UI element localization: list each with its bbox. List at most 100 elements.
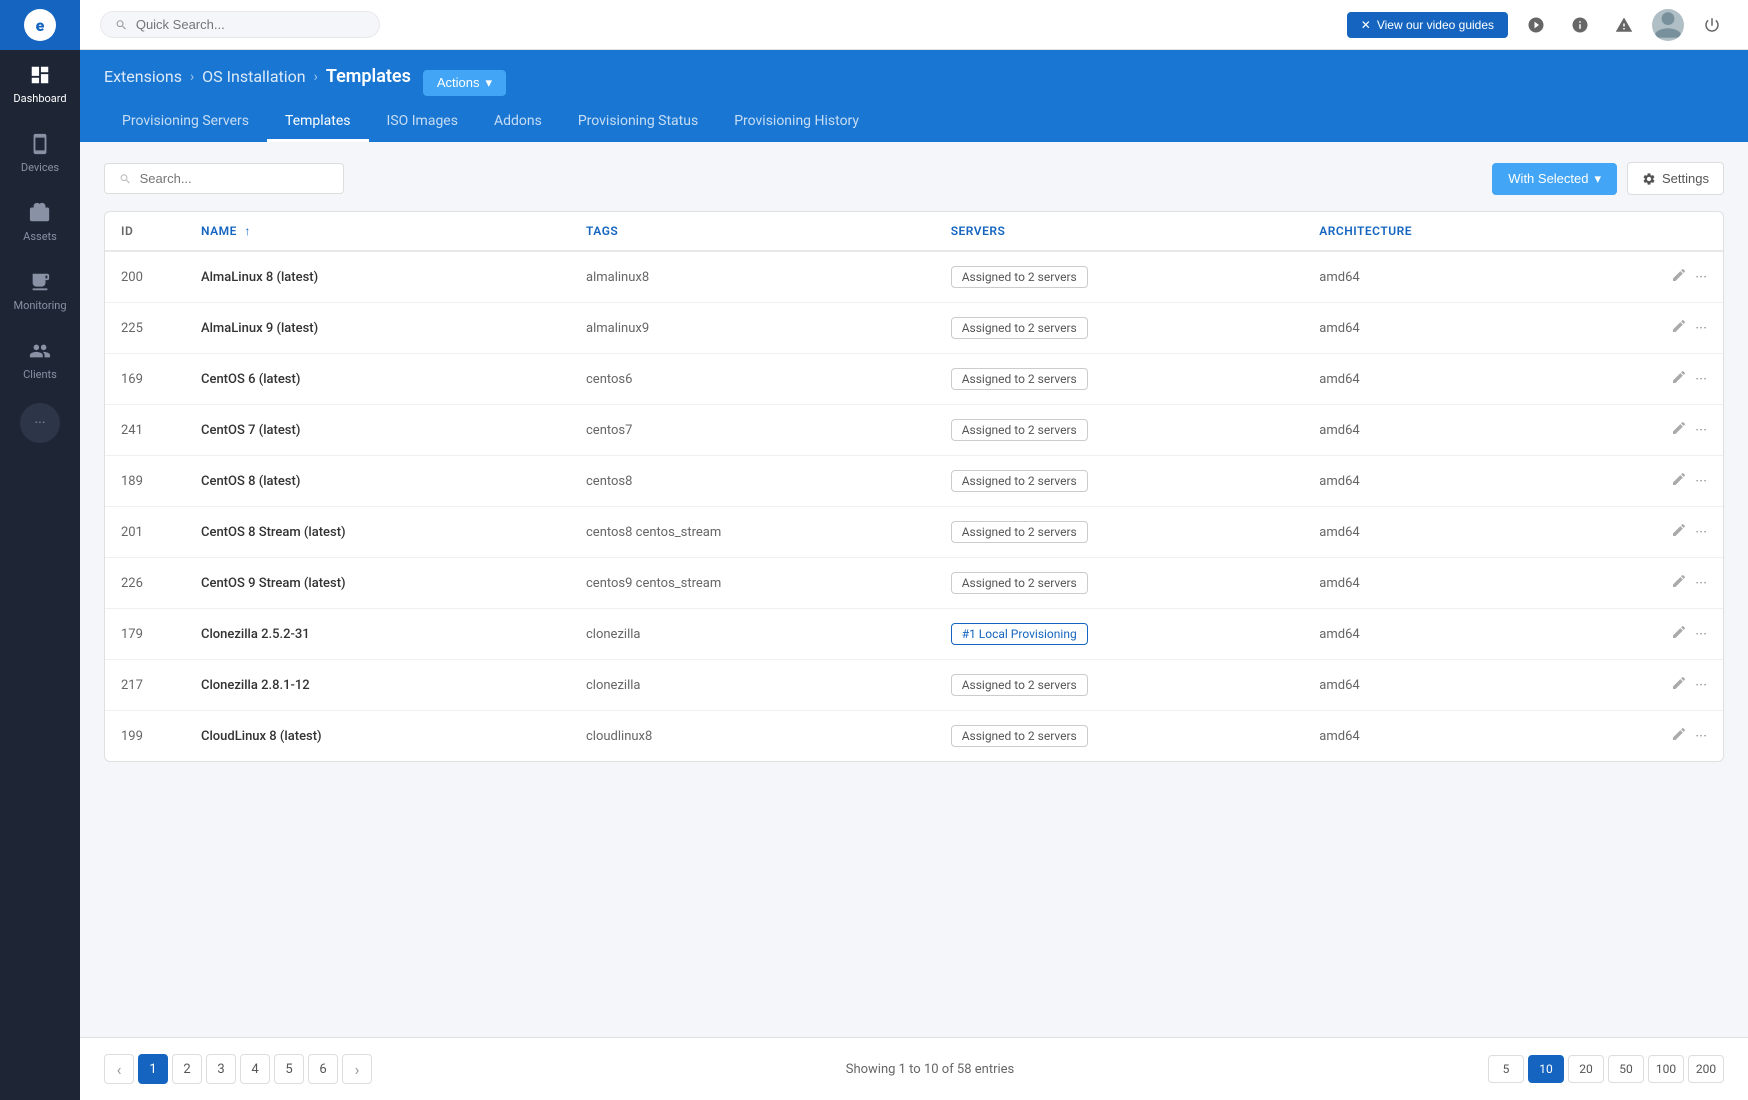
page-3-button[interactable]: 3 bbox=[206, 1054, 236, 1084]
col-header-name[interactable]: NAME ↑ bbox=[185, 212, 570, 251]
edit-button[interactable] bbox=[1671, 573, 1687, 593]
edit-button[interactable] bbox=[1671, 369, 1687, 389]
sidebar-item-clients[interactable]: Clients bbox=[0, 326, 80, 395]
alert-icon[interactable] bbox=[1608, 9, 1640, 41]
sidebar-more-button[interactable]: ··· bbox=[20, 403, 60, 443]
page-6-button[interactable]: 6 bbox=[308, 1054, 338, 1084]
more-actions-button[interactable]: ··· bbox=[1695, 472, 1707, 490]
per-page-10[interactable]: 10 bbox=[1528, 1055, 1564, 1083]
table-search-icon bbox=[119, 172, 132, 186]
breadcrumb-os-installation[interactable]: OS Installation bbox=[202, 67, 305, 86]
devices-icon bbox=[29, 133, 51, 155]
more-actions-button[interactable]: ··· bbox=[1695, 523, 1707, 541]
edit-button[interactable] bbox=[1671, 675, 1687, 695]
sidebar-item-label: Dashboard bbox=[13, 92, 66, 105]
subnav-iso-images[interactable]: ISO Images bbox=[369, 103, 476, 142]
video-guide-label: View our video guides bbox=[1377, 18, 1494, 32]
subnav-label: Provisioning Servers bbox=[122, 113, 249, 129]
close-x-icon: ✕ bbox=[1361, 18, 1371, 32]
page-1-button[interactable]: 1 bbox=[138, 1054, 168, 1084]
col-header-servers[interactable]: SERVERS bbox=[935, 212, 1304, 251]
cell-id: 201 bbox=[105, 507, 185, 558]
servers-badge[interactable]: Assigned to 2 servers bbox=[951, 674, 1088, 696]
subnav-provisioning-status[interactable]: Provisioning Status bbox=[560, 103, 716, 142]
cell-actions: ··· bbox=[1575, 251, 1723, 303]
edit-button[interactable] bbox=[1671, 522, 1687, 542]
page-5-button[interactable]: 5 bbox=[274, 1054, 304, 1084]
servers-badge[interactable]: Assigned to 2 servers bbox=[951, 725, 1088, 747]
servers-badge[interactable]: Assigned to 2 servers bbox=[951, 521, 1088, 543]
breadcrumb-extensions[interactable]: Extensions bbox=[104, 67, 182, 86]
more-actions-button[interactable]: ··· bbox=[1695, 727, 1707, 745]
servers-badge[interactable]: Assigned to 2 servers bbox=[951, 572, 1088, 594]
subnav-provisioning-servers[interactable]: Provisioning Servers bbox=[104, 103, 267, 142]
servers-badge[interactable]: Assigned to 2 servers bbox=[951, 368, 1088, 390]
per-page-100[interactable]: 100 bbox=[1648, 1055, 1684, 1083]
more-actions-button[interactable]: ··· bbox=[1695, 370, 1707, 388]
search-icon bbox=[115, 18, 128, 32]
cell-tags: centos8 bbox=[570, 456, 935, 507]
edit-button[interactable] bbox=[1671, 267, 1687, 287]
sidebar-item-devices[interactable]: Devices bbox=[0, 119, 80, 188]
pagination-next[interactable]: › bbox=[342, 1054, 372, 1084]
page-2-button[interactable]: 2 bbox=[172, 1054, 202, 1084]
video-guide-button[interactable]: ✕ View our video guides bbox=[1347, 12, 1508, 38]
servers-badge[interactable]: Assigned to 2 servers bbox=[951, 266, 1088, 288]
edit-button[interactable] bbox=[1671, 420, 1687, 440]
table-search-input[interactable] bbox=[140, 171, 329, 186]
servers-badge[interactable]: #1 Local Provisioning bbox=[951, 623, 1088, 645]
cell-id: 199 bbox=[105, 711, 185, 762]
sidebar-item-dashboard[interactable]: Dashboard bbox=[0, 50, 80, 119]
edit-button[interactable] bbox=[1671, 318, 1687, 338]
more-actions-button[interactable]: ··· bbox=[1695, 574, 1707, 592]
cell-servers: Assigned to 2 servers bbox=[935, 405, 1304, 456]
more-actions-button[interactable]: ··· bbox=[1695, 676, 1707, 694]
row-action-buttons: ··· bbox=[1591, 573, 1707, 593]
servers-badge[interactable]: Assigned to 2 servers bbox=[951, 419, 1088, 441]
page-4-button[interactable]: 4 bbox=[240, 1054, 270, 1084]
per-page-5[interactable]: 5 bbox=[1488, 1055, 1524, 1083]
cell-servers: Assigned to 2 servers bbox=[935, 251, 1304, 303]
subnav-label: Templates bbox=[285, 113, 351, 129]
table-row: 169 CentOS 6 (latest) centos6 Assigned t… bbox=[105, 354, 1723, 405]
topbar-right: ✕ View our video guides bbox=[1347, 9, 1728, 41]
per-page-200[interactable]: 200 bbox=[1688, 1055, 1724, 1083]
subnav-templates[interactable]: Templates bbox=[267, 103, 369, 142]
servers-badge[interactable]: Assigned to 2 servers bbox=[951, 317, 1088, 339]
row-action-buttons: ··· bbox=[1591, 522, 1707, 542]
cell-name: CentOS 6 (latest) bbox=[185, 354, 570, 405]
sidebar-item-assets[interactable]: Assets bbox=[0, 188, 80, 257]
edit-button[interactable] bbox=[1671, 624, 1687, 644]
cell-tags: almalinux9 bbox=[570, 303, 935, 354]
per-page-50[interactable]: 50 bbox=[1608, 1055, 1644, 1083]
edit-button[interactable] bbox=[1671, 471, 1687, 491]
more-actions-button[interactable]: ··· bbox=[1695, 421, 1707, 439]
power-icon[interactable] bbox=[1696, 9, 1728, 41]
video-play-icon[interactable] bbox=[1520, 9, 1552, 41]
settings-gear-icon bbox=[1642, 172, 1656, 186]
with-selected-button[interactable]: With Selected ▾ bbox=[1492, 163, 1617, 195]
pagination: ‹ 1 2 3 4 5 6 › bbox=[104, 1054, 372, 1084]
servers-badge[interactable]: Assigned to 2 servers bbox=[951, 470, 1088, 492]
per-page-20[interactable]: 20 bbox=[1568, 1055, 1604, 1083]
actions-button[interactable]: Actions ▾ bbox=[423, 70, 506, 96]
pagination-prev[interactable]: ‹ bbox=[104, 1054, 134, 1084]
info-icon[interactable] bbox=[1564, 9, 1596, 41]
cell-servers: Assigned to 2 servers bbox=[935, 456, 1304, 507]
cell-architecture: amd64 bbox=[1303, 609, 1575, 660]
settings-button[interactable]: Settings bbox=[1627, 162, 1724, 195]
col-header-id[interactable]: ID bbox=[105, 212, 185, 251]
topbar-search-input[interactable] bbox=[136, 17, 365, 32]
app-logo[interactable]: e bbox=[0, 0, 80, 50]
col-header-architecture[interactable]: ARCHITECTURE bbox=[1303, 212, 1575, 251]
subnav-addons[interactable]: Addons bbox=[476, 103, 560, 142]
edit-button[interactable] bbox=[1671, 726, 1687, 746]
more-actions-button[interactable]: ··· bbox=[1695, 268, 1707, 286]
sidebar-item-monitoring[interactable]: Monitoring bbox=[0, 257, 80, 326]
user-avatar[interactable] bbox=[1652, 9, 1684, 41]
col-header-tags[interactable]: TAGS bbox=[570, 212, 935, 251]
cell-actions: ··· bbox=[1575, 507, 1723, 558]
more-actions-button[interactable]: ··· bbox=[1695, 319, 1707, 337]
more-actions-button[interactable]: ··· bbox=[1695, 625, 1707, 643]
subnav-provisioning-history[interactable]: Provisioning History bbox=[716, 103, 877, 142]
